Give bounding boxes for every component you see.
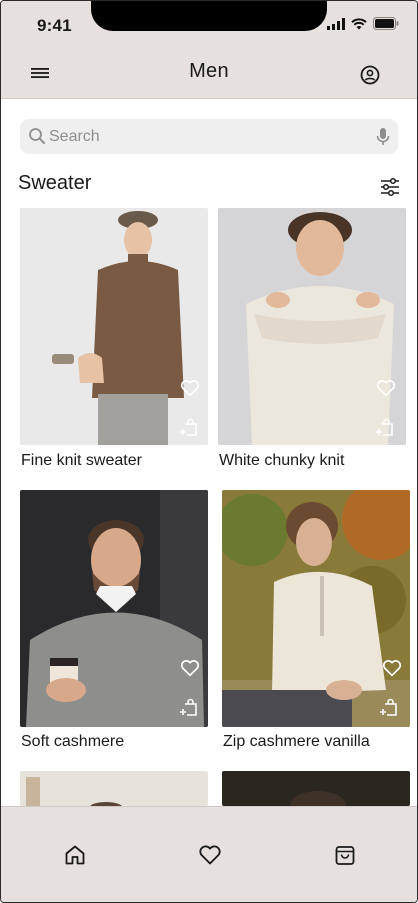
- add-to-bag-icon[interactable]: [379, 697, 399, 717]
- add-to-bag-icon[interactable]: [179, 417, 199, 437]
- product-name[interactable]: Zip cashmere vanilla: [223, 733, 370, 751]
- product-card-partial[interactable]: [222, 771, 410, 806]
- heart-icon[interactable]: [382, 659, 402, 677]
- product-name[interactable]: White chunky knit: [219, 452, 344, 470]
- home-icon[interactable]: [63, 843, 87, 867]
- heart-icon[interactable]: [180, 379, 200, 397]
- magnifier-icon: [29, 128, 45, 144]
- user-circle-icon[interactable]: [359, 64, 381, 86]
- status-time: 9:41: [37, 16, 72, 35]
- product-photo[interactable]: [218, 208, 406, 445]
- shopping-bag-icon[interactable]: [333, 843, 357, 867]
- product-photo[interactable]: [20, 208, 208, 445]
- product-card-white-chunky-knit[interactable]: White chunky knit: [218, 208, 406, 473]
- cellular-signal-icon: [327, 17, 345, 30]
- bottom-navigation: [1, 806, 417, 902]
- product-card-partial[interactable]: [20, 771, 208, 806]
- device-notch: [91, 1, 327, 31]
- search-bar[interactable]: [20, 119, 398, 154]
- wifi-icon: [351, 17, 367, 29]
- product-name[interactable]: Soft cashmere: [21, 733, 124, 751]
- microphone-icon[interactable]: [376, 127, 390, 147]
- heart-icon[interactable]: [376, 379, 396, 397]
- product-card-fine-knit-sweater[interactable]: Fine knit sweater: [20, 208, 208, 473]
- app-screen: 9:41 Men Search Sweater Fine knit sweate…: [0, 0, 418, 903]
- heart-icon[interactable]: [180, 659, 200, 677]
- section-title: Sweater: [18, 172, 92, 194]
- product-card-zip-cashmere-vanilla[interactable]: Zip cashmere vanilla: [222, 490, 410, 755]
- status-icons: [327, 17, 399, 30]
- search-input[interactable]: [49, 119, 369, 154]
- battery-icon: [373, 17, 399, 30]
- add-to-bag-icon[interactable]: [375, 417, 395, 437]
- sliders-filter-icon[interactable]: [379, 177, 401, 197]
- app-header: 9:41 Men: [1, 1, 417, 99]
- page-title: Men: [189, 60, 229, 82]
- product-name[interactable]: Fine knit sweater: [21, 452, 142, 470]
- add-to-bag-icon[interactable]: [179, 697, 199, 717]
- product-card-soft-cashmere[interactable]: Soft cashmere: [20, 490, 208, 755]
- product-photo[interactable]: [20, 490, 208, 727]
- product-photo[interactable]: [222, 490, 410, 727]
- product-photo[interactable]: [20, 771, 208, 806]
- heart-icon[interactable]: [198, 843, 222, 867]
- product-photo[interactable]: [222, 771, 410, 806]
